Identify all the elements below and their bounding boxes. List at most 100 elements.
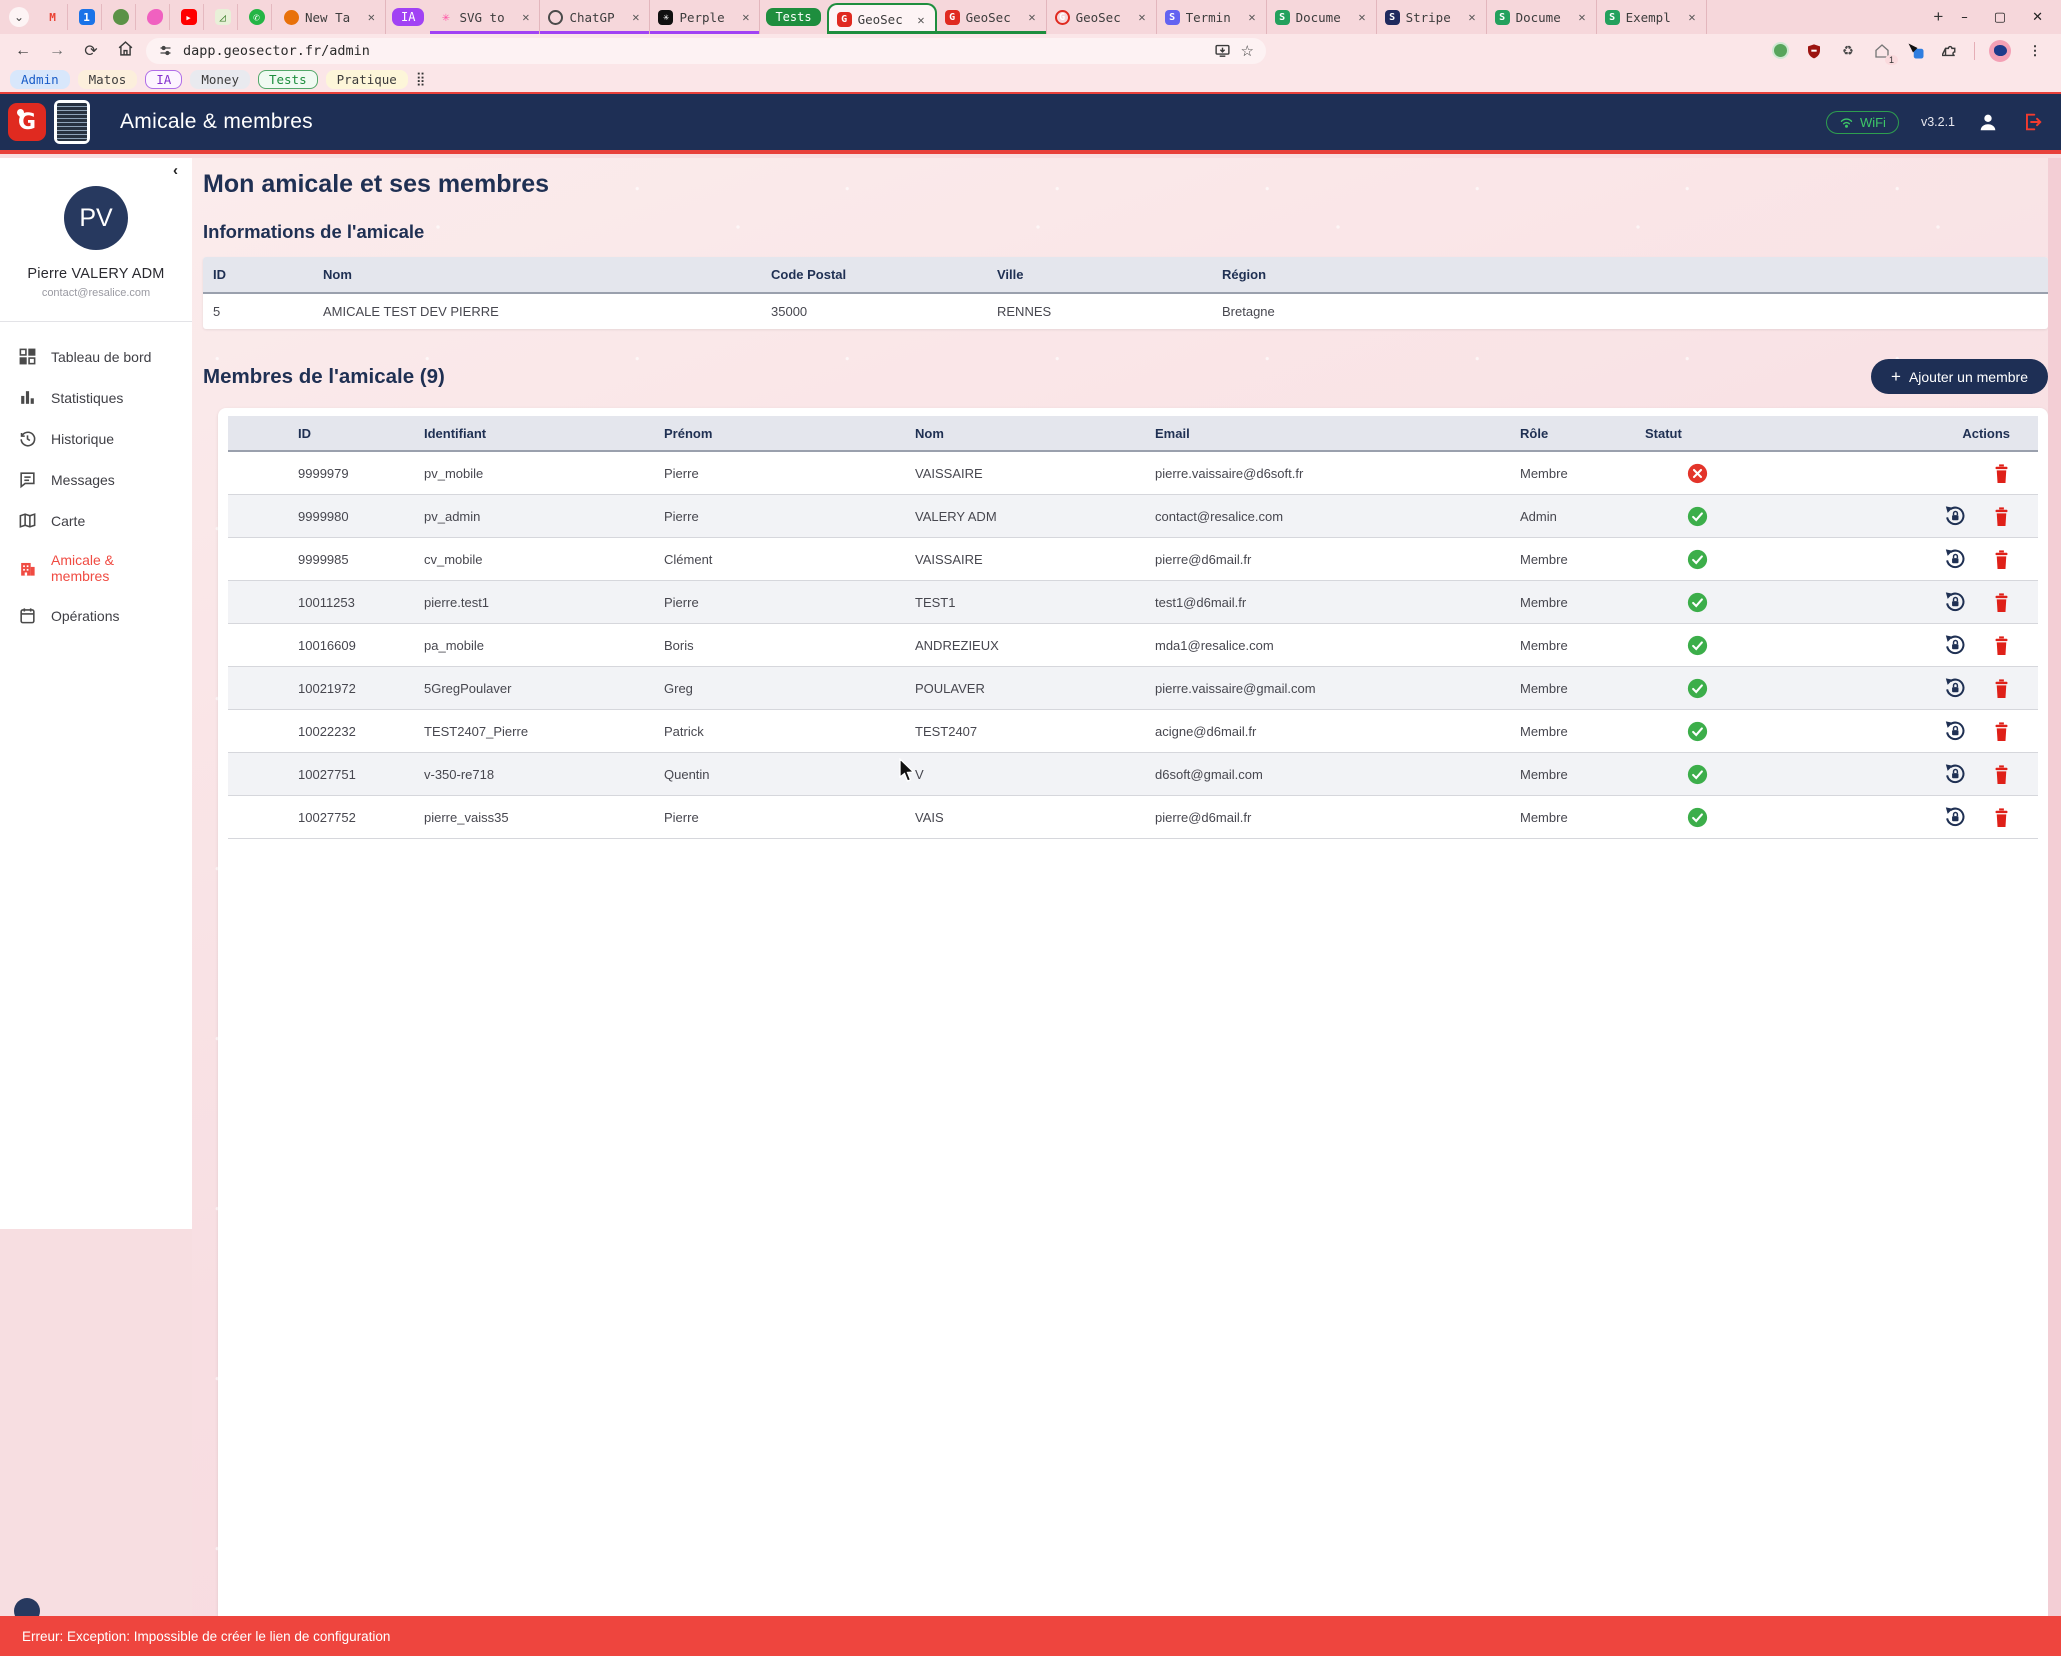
reset-password-button[interactable] bbox=[1944, 634, 1966, 656]
delete-member-button[interactable] bbox=[1990, 677, 2012, 699]
shield-icon[interactable] bbox=[1804, 41, 1824, 61]
amicale-cell: RENNES bbox=[987, 294, 1212, 329]
pink-app-pinned-tab[interactable] bbox=[140, 4, 170, 30]
sidebar-item-carte[interactable]: Carte bbox=[0, 500, 192, 541]
reset-password-button[interactable] bbox=[1944, 763, 1966, 785]
pen-tool-icon[interactable] bbox=[1906, 41, 1926, 61]
tab-close-icon[interactable]: ✕ bbox=[1026, 10, 1037, 24]
gmail-pinned-tab[interactable]: M bbox=[38, 4, 68, 30]
bookmarks-bar: Admin Matos IA Money Tests Pratique ⣿ bbox=[0, 67, 2061, 92]
delete-member-button[interactable] bbox=[1990, 806, 2012, 828]
delete-member-button[interactable] bbox=[1990, 720, 2012, 742]
browser-tab[interactable]: New Ta✕ bbox=[276, 0, 386, 34]
logout-icon[interactable] bbox=[2021, 111, 2043, 133]
tab-close-icon[interactable]: ✕ bbox=[1576, 10, 1587, 24]
reset-password-button[interactable] bbox=[1944, 505, 1966, 527]
profile-avatar[interactable] bbox=[1989, 40, 2011, 62]
reset-password-button[interactable] bbox=[1944, 720, 1966, 742]
sidebar-item-tableau-de-bord[interactable]: Tableau de bord bbox=[0, 336, 192, 377]
browser-tab[interactable]: GGeoSec✕ bbox=[827, 3, 937, 34]
bookmark-ia[interactable]: IA bbox=[145, 70, 182, 89]
reload-button[interactable]: ⟳ bbox=[78, 41, 104, 61]
maximize-button[interactable]: ▢ bbox=[1994, 10, 2006, 25]
home-badge-icon[interactable]: 1 bbox=[1872, 41, 1892, 61]
tab-close-icon[interactable]: ✕ bbox=[740, 10, 751, 24]
browser-tab[interactable]: SDocume✕ bbox=[1487, 0, 1597, 34]
url-text[interactable]: dapp.geosector.fr/admin bbox=[183, 43, 1204, 59]
delete-member-button[interactable] bbox=[1990, 505, 2012, 527]
member-nom: ANDREZIEUX bbox=[915, 638, 1155, 653]
add-member-button[interactable]: + Ajouter un membre bbox=[1871, 359, 2048, 394]
sidebar-item-historique[interactable]: Historique bbox=[0, 418, 192, 459]
leaf-app-pinned-tab[interactable] bbox=[106, 4, 136, 30]
browser-tab[interactable]: ✳SVG to✕ bbox=[430, 0, 540, 34]
minimize-button[interactable]: – bbox=[1961, 10, 1968, 25]
sidebar-item-statistiques[interactable]: Statistiques bbox=[0, 377, 192, 418]
tab-close-icon[interactable]: ✕ bbox=[1136, 10, 1147, 24]
tab-close-icon[interactable]: ✕ bbox=[520, 10, 531, 24]
forward-button[interactable]: → bbox=[44, 42, 70, 60]
tab-close-icon[interactable]: ✕ bbox=[1466, 10, 1477, 24]
delete-member-button[interactable] bbox=[1990, 548, 2012, 570]
delete-member-button[interactable] bbox=[1990, 634, 2012, 656]
browser-menu-button[interactable]: ⋮ bbox=[2025, 41, 2045, 61]
bookmark-star-icon[interactable]: ☆ bbox=[1241, 42, 1254, 60]
tab-close-icon[interactable]: ✕ bbox=[1686, 10, 1697, 24]
tab-close-icon[interactable]: ✕ bbox=[630, 10, 641, 24]
delete-member-button[interactable] bbox=[1990, 591, 2012, 613]
tab-close-icon[interactable]: ✕ bbox=[366, 10, 377, 24]
reset-password-button[interactable] bbox=[1944, 806, 1966, 828]
browser-tab[interactable]: SDocume✕ bbox=[1267, 0, 1377, 34]
terminal-thumbnail bbox=[54, 100, 90, 144]
browser-tab[interactable]: ✳Perple✕ bbox=[650, 0, 760, 34]
geosector-logo-icon[interactable]: G bbox=[8, 103, 46, 141]
home-button[interactable] bbox=[112, 40, 138, 62]
bookmark-admin[interactable]: Admin bbox=[10, 70, 70, 89]
close-button[interactable]: ✕ bbox=[2032, 10, 2043, 25]
browser-tab[interactable]: ChatGP✕ bbox=[540, 0, 650, 34]
browser-tab[interactable]: STermin✕ bbox=[1157, 0, 1267, 34]
user-icon[interactable] bbox=[1977, 111, 1999, 133]
new-tab-button[interactable]: + bbox=[1921, 7, 1955, 27]
recycle-icon[interactable]: ♻ bbox=[1838, 41, 1858, 61]
tab-group-label-ia[interactable]: IA bbox=[392, 8, 424, 26]
browser-tab[interactable]: GGeoSec✕ bbox=[1047, 0, 1157, 34]
map-app-pinned-tab[interactable]: ◿ bbox=[208, 4, 238, 30]
install-icon[interactable] bbox=[1214, 42, 1231, 59]
browser-tab[interactable]: GGeoSec✕ bbox=[937, 0, 1047, 34]
bookmark-tests[interactable]: Tests bbox=[258, 70, 318, 89]
sidebar-collapse-button[interactable]: ‹ bbox=[173, 162, 178, 179]
tab-close-icon[interactable]: ✕ bbox=[915, 13, 926, 27]
reset-password-button[interactable] bbox=[1944, 591, 1966, 613]
sidebar-item-messages[interactable]: Messages bbox=[0, 459, 192, 500]
browser-tab[interactable]: SStripe✕ bbox=[1377, 0, 1487, 34]
youtube-pinned-tab[interactable]: ▸ bbox=[174, 4, 204, 30]
status-active-icon bbox=[1687, 549, 1708, 570]
whatsapp-pinned-tab[interactable]: ✆ bbox=[242, 4, 272, 30]
sidebar-item-op-rations[interactable]: Opérations bbox=[0, 595, 192, 636]
sidebar-item-amicale-membres[interactable]: Amicale & membres bbox=[0, 541, 192, 595]
reset-password-button[interactable] bbox=[1944, 677, 1966, 699]
delete-member-button[interactable] bbox=[1990, 763, 2012, 785]
calendar-pinned-tab[interactable]: 1 bbox=[72, 4, 102, 30]
reset-password-button[interactable] bbox=[1944, 548, 1966, 570]
browser-tab[interactable]: SExempl✕ bbox=[1597, 0, 1707, 34]
back-button[interactable]: ← bbox=[10, 42, 36, 60]
page-scrollbar[interactable] bbox=[2048, 158, 2061, 1616]
bookmark-money[interactable]: Money bbox=[190, 70, 250, 89]
url-bar[interactable]: dapp.geosector.fr/admin ☆ bbox=[146, 38, 1266, 64]
adguard-icon[interactable] bbox=[1770, 41, 1790, 61]
bookmark-matos[interactable]: Matos bbox=[78, 70, 138, 89]
tab-group-label-tests[interactable]: Tests bbox=[766, 8, 820, 26]
bookmark-apps-grid-icon[interactable]: ⣿ bbox=[416, 72, 425, 87]
delete-member-button[interactable] bbox=[1990, 462, 2012, 484]
tab-search-button[interactable]: ⌄ bbox=[4, 0, 34, 34]
tab-close-icon[interactable]: ✕ bbox=[1246, 10, 1257, 24]
member-actions bbox=[1805, 548, 2038, 570]
bookmark-pratique[interactable]: Pratique bbox=[326, 70, 408, 89]
member-status bbox=[1645, 807, 1805, 828]
tab-close-icon[interactable]: ✕ bbox=[1356, 10, 1367, 24]
site-settings-icon[interactable] bbox=[158, 43, 173, 58]
member-prenom: Quentin bbox=[664, 767, 915, 782]
puzzle-icon[interactable] bbox=[1940, 41, 1960, 61]
